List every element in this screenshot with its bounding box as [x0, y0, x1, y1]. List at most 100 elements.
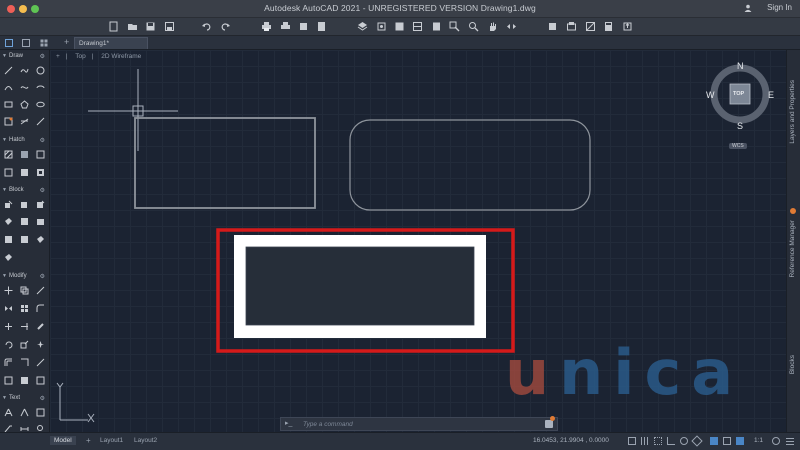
move-tool-icon[interactable]: [4, 286, 13, 295]
tab-drawing1[interactable]: Drawing1*: [74, 37, 148, 49]
lineweight-icon[interactable]: [736, 437, 744, 445]
arc-tool-icon[interactable]: [4, 83, 13, 92]
palette-section-text[interactable]: ▼ Text ⚙: [0, 394, 50, 404]
create-block-icon[interactable]: [20, 200, 29, 209]
array-tool-icon[interactable]: [20, 304, 29, 313]
customize-menu-icon[interactable]: [786, 437, 794, 445]
compass-south[interactable]: S: [737, 121, 743, 131]
save-as-button[interactable]: [164, 21, 175, 32]
palette-section-modify[interactable]: ▼ Modify ⚙: [0, 272, 50, 282]
fillet-tool-icon[interactable]: [36, 304, 45, 313]
snap-toggle-icon[interactable]: [654, 437, 662, 445]
filleted-rectangle-shape[interactable]: [349, 119, 591, 211]
hatch-tool-icon[interactable]: [4, 150, 13, 159]
rectangle-shape[interactable]: [134, 117, 316, 209]
region-tool-icon[interactable]: [4, 117, 13, 126]
palette-toggle-icon[interactable]: [5, 39, 13, 47]
undo-button[interactable]: [201, 21, 212, 32]
extend-tool-icon[interactable]: [20, 322, 29, 331]
line-tool-icon[interactable]: [4, 66, 13, 75]
sign-in-button[interactable]: Sign In: [767, 3, 792, 12]
break-tool-icon[interactable]: [20, 358, 29, 367]
scale-tool-icon[interactable]: [20, 340, 29, 349]
redo-button[interactable]: [220, 21, 231, 32]
reference-block-icon[interactable]: [4, 253, 13, 262]
gear-icon[interactable]: ⚙: [40, 53, 45, 60]
write-block-icon[interactable]: [4, 235, 13, 244]
annotation-scale[interactable]: 1:1: [754, 437, 763, 444]
page-setup-button[interactable]: [316, 21, 327, 32]
palette-section-draw[interactable]: ▼ Draw ⚙: [0, 52, 50, 62]
xline-tool-icon[interactable]: [20, 117, 29, 126]
open-file-button[interactable]: [127, 21, 138, 32]
erase-tool-icon[interactable]: [36, 322, 45, 331]
markup-button[interactable]: [566, 21, 577, 32]
gear-icon[interactable]: ⚙: [40, 395, 45, 402]
chamfer-tool-icon[interactable]: [20, 376, 29, 385]
sync-attributes-icon[interactable]: [36, 235, 45, 244]
compass-west[interactable]: W: [706, 90, 715, 100]
measure-button[interactable]: [585, 21, 596, 32]
drawing-canvas[interactable]: + | Top | 2D Wireframe TOP N S E W WCS u…: [50, 50, 786, 432]
trim-tool-icon[interactable]: [4, 322, 13, 331]
single-line-text-icon[interactable]: [20, 408, 29, 417]
text-style-icon[interactable]: [36, 408, 45, 417]
explode-tool-icon[interactable]: [36, 340, 45, 349]
orbit-button[interactable]: [506, 21, 517, 32]
gradient-tool-icon[interactable]: [20, 150, 29, 159]
lengthen-tool-icon[interactable]: [36, 376, 45, 385]
tool-palettes-button[interactable]: [431, 21, 442, 32]
rectangle-tool-icon[interactable]: [4, 100, 13, 109]
wcs-menu[interactable]: WCS: [729, 143, 747, 149]
design-center-button[interactable]: [412, 21, 423, 32]
isodraft-icon[interactable]: [691, 435, 703, 447]
multiline-text-icon[interactable]: [4, 408, 13, 417]
command-options-icon[interactable]: ▸_: [285, 419, 292, 427]
save-button[interactable]: [145, 21, 156, 32]
command-line[interactable]: ▸_: [280, 416, 558, 431]
spline-tool-icon[interactable]: [20, 83, 29, 92]
gear-icon[interactable]: ⚙: [40, 187, 45, 194]
plot-button[interactable]: [261, 21, 272, 32]
blocks-panel-tab[interactable]: Blocks: [789, 355, 796, 374]
ortho-toggle-icon[interactable]: [667, 437, 675, 445]
ray-tool-icon[interactable]: [36, 117, 45, 126]
offset-rectangle-inner[interactable]: [245, 246, 475, 326]
grid-toggle-icon[interactable]: [641, 437, 649, 445]
workspace-gear-icon[interactable]: [772, 437, 780, 445]
ellipse-tool-icon[interactable]: [36, 100, 45, 109]
sheet-set-button[interactable]: [547, 21, 558, 32]
polygon-tool-icon[interactable]: [20, 100, 29, 109]
stretch-tool-icon[interactable]: [36, 286, 45, 295]
new-file-button[interactable]: [108, 21, 119, 32]
pan-button[interactable]: [487, 21, 498, 32]
define-attribute-icon[interactable]: [4, 217, 13, 226]
block-attribute-manager-icon[interactable]: [36, 217, 45, 226]
rotate-tool-icon[interactable]: [4, 340, 13, 349]
new-tab-plus-icon[interactable]: +: [64, 37, 69, 47]
palette-section-block[interactable]: ▼ Block ⚙: [0, 186, 50, 196]
layers-properties-panel-tab[interactable]: Layers and Properties: [789, 80, 796, 144]
edit-polyline-icon[interactable]: [4, 376, 13, 385]
palette-section-hatch[interactable]: ▼ Hatch ⚙: [0, 136, 50, 146]
edit-attribute-icon[interactable]: [20, 217, 29, 226]
polyline-tool-icon[interactable]: [20, 66, 29, 75]
layer-button[interactable]: [357, 21, 368, 32]
match-properties-button[interactable]: [376, 21, 387, 32]
insert-block-icon[interactable]: [4, 200, 13, 209]
zoom-window-button[interactable]: [449, 21, 460, 32]
viewcube-face-label[interactable]: TOP: [733, 91, 744, 97]
boundary-tool-icon[interactable]: [36, 150, 45, 159]
properties-button[interactable]: [394, 21, 405, 32]
compass-north[interactable]: N: [737, 61, 744, 71]
publish-button[interactable]: [298, 21, 309, 32]
polar-toggle-icon[interactable]: [680, 437, 688, 445]
gear-icon[interactable]: ⚙: [40, 273, 45, 280]
gear-icon[interactable]: ⚙: [40, 137, 45, 144]
add-layout-plus-icon[interactable]: +: [86, 436, 91, 445]
command-history-icon[interactable]: [545, 420, 553, 428]
tab-model[interactable]: Model: [50, 436, 76, 445]
zoom-realtime-button[interactable]: [468, 21, 479, 32]
model-browser-icon[interactable]: [22, 39, 30, 47]
offset-tool-icon[interactable]: [4, 358, 13, 367]
